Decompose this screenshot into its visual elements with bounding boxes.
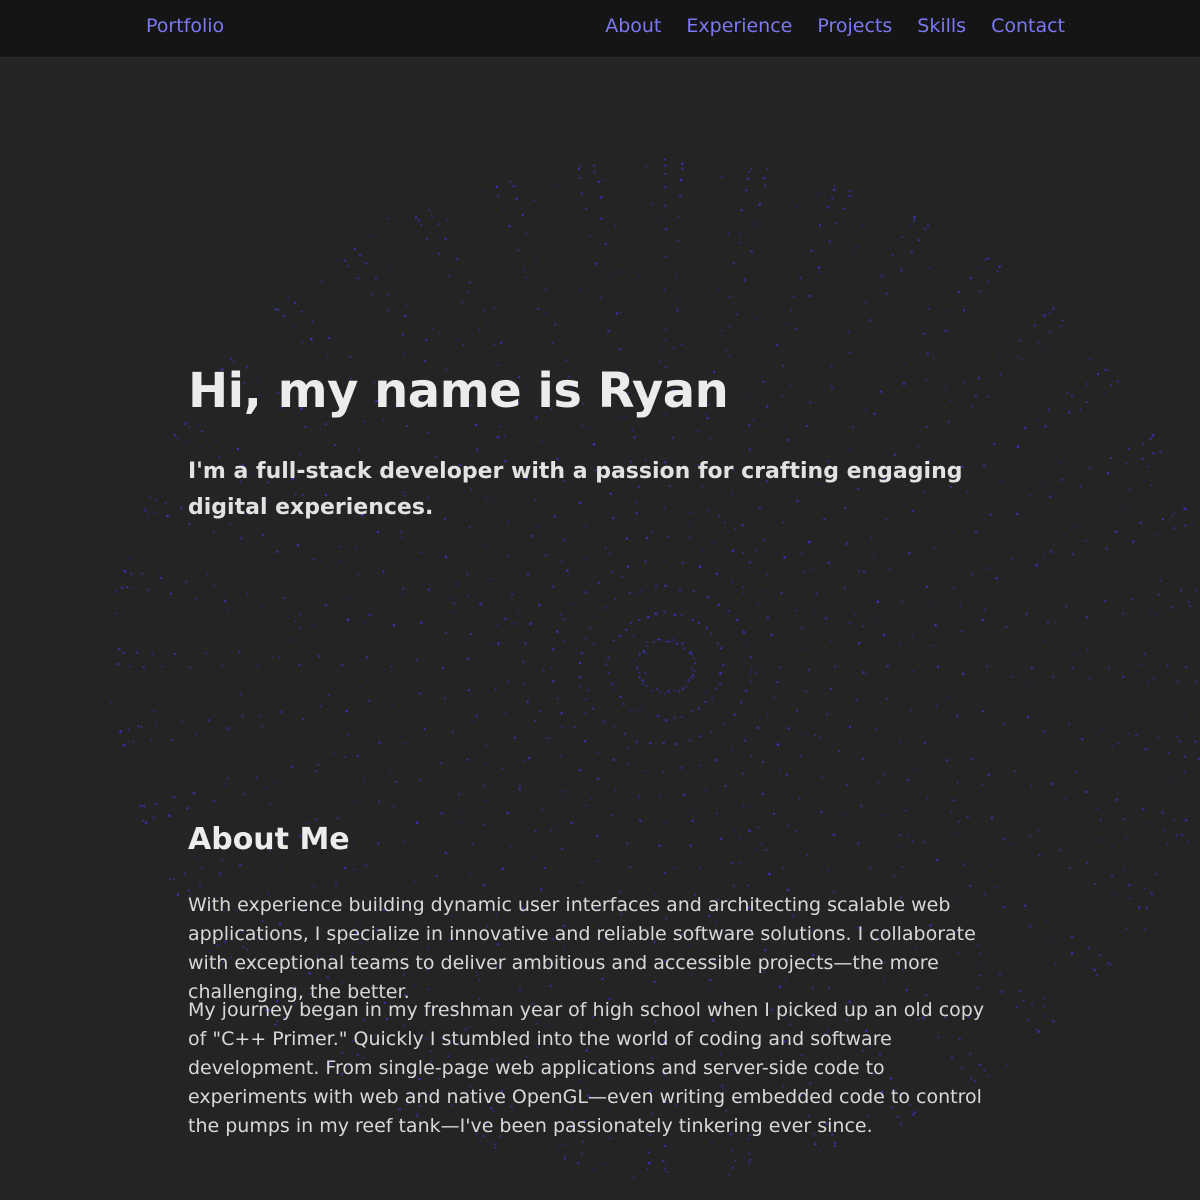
hero-subtitle: I'm a full-stack developer with a passio… xyxy=(188,459,963,520)
about-paragraph-2: My journey began in my freshman year of … xyxy=(188,999,985,1137)
nav-link-skills[interactable]: Skills xyxy=(917,15,966,37)
nav-link-projects[interactable]: Projects xyxy=(817,15,892,37)
brand-link[interactable]: Portfolio xyxy=(146,15,224,37)
about-heading: About Me xyxy=(188,822,350,857)
top-navbar: Portfolio About Experience Projects Skil… xyxy=(0,0,1200,58)
nav-link-experience[interactable]: Experience xyxy=(686,15,792,37)
nav-link-contact[interactable]: Contact xyxy=(991,15,1065,37)
nav-links: About Experience Projects Skills Contact xyxy=(605,15,1065,37)
about-paragraph-1: With experience building dynamic user in… xyxy=(188,894,976,1003)
nav-link-about[interactable]: About xyxy=(605,15,661,37)
hero-title: Hi, my name is Ryan xyxy=(188,363,729,419)
